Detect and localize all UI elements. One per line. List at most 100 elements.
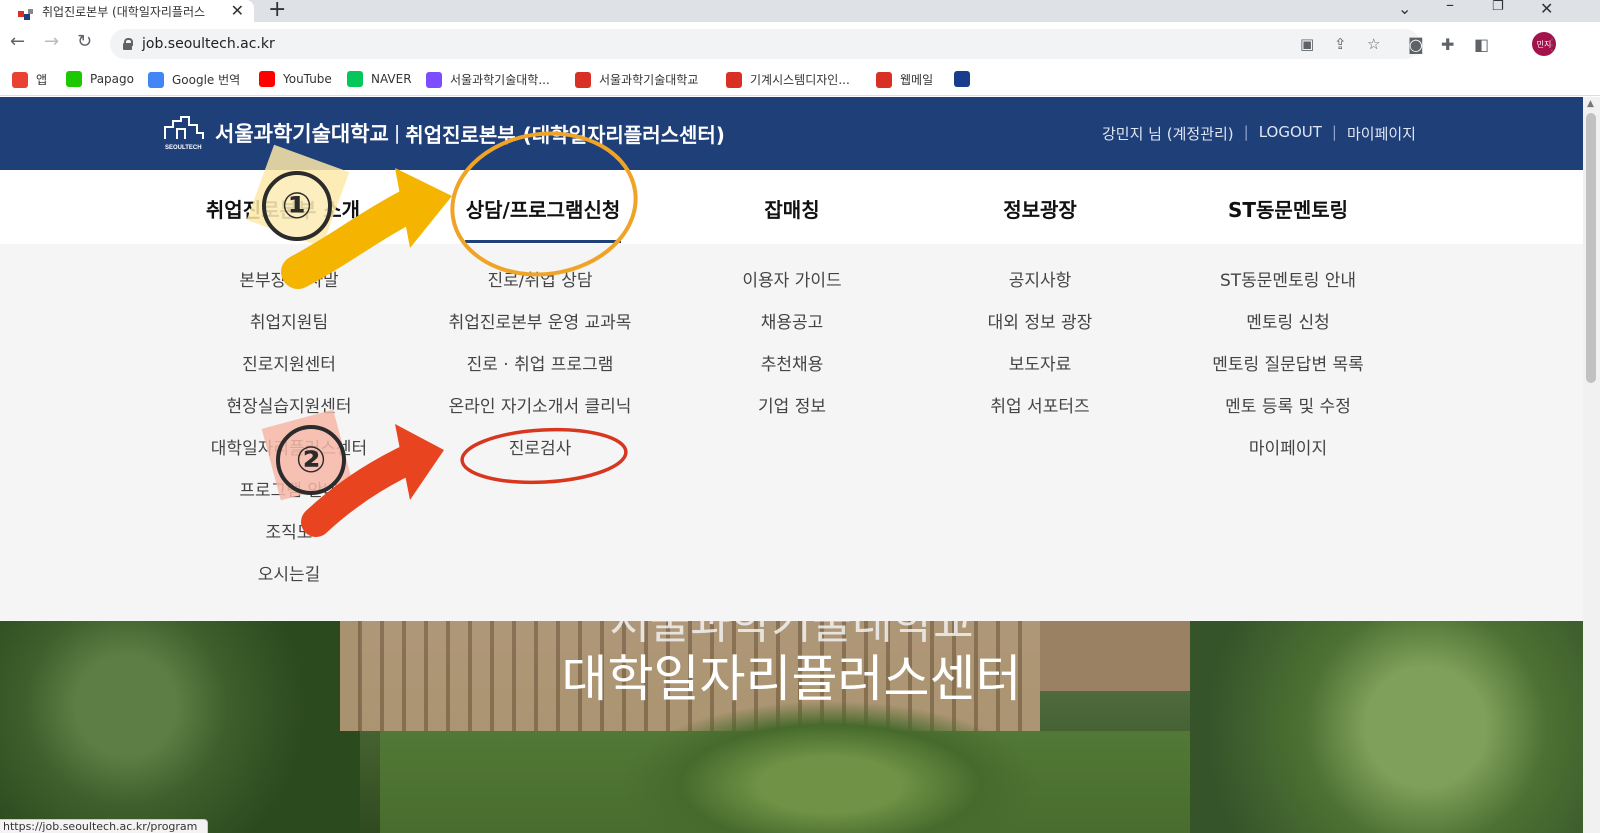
nav-alumni-mentoring[interactable]: ST동문멘토링 xyxy=(1158,194,1418,223)
apps-grid-icon xyxy=(12,71,28,88)
univ-name: 서울과학기술대학교 xyxy=(215,122,389,146)
omnibox[interactable]: job.seoultech.ac.kr ▣ ⇪ ☆ xyxy=(110,29,1420,59)
mega-menu-link[interactable]: 채용공고 xyxy=(662,312,922,354)
scrollbar-thumb[interactable] xyxy=(1586,113,1596,383)
mega-menu-link[interactable]: 이용자 가이드 xyxy=(662,270,922,312)
bookmark-label: 웹메일 xyxy=(900,73,934,87)
mega-menu-link[interactable]: 진로 · 취업 프로그램 xyxy=(410,354,670,396)
mega-menu-link[interactable]: 진로검사 xyxy=(410,438,670,480)
mega-menu-link[interactable]: 조직도 xyxy=(159,522,419,564)
account-link[interactable]: 강민지 님 (계정관리) xyxy=(1102,123,1234,144)
bookmark-item[interactable]: 서울과학기술대학... xyxy=(426,71,550,88)
tab-title: 취업진로본부 (대학일자리플러스 xyxy=(42,4,206,19)
bookmark-star-icon[interactable]: ☆ xyxy=(1367,35,1380,53)
back-arrow-icon[interactable]: ← xyxy=(10,31,25,52)
h-icon xyxy=(954,71,970,87)
google-translate-icon xyxy=(148,71,164,88)
tab-search-chevron-icon[interactable]: ⌄ xyxy=(1398,0,1411,18)
hero-title-line2: 대학일자리플러스센터 xyxy=(561,650,1022,708)
mega-menu-link[interactable]: 공지사항 xyxy=(910,270,1170,312)
step-2-badge: ② xyxy=(276,425,346,495)
youtube-icon xyxy=(259,71,275,87)
bookmark-item[interactable]: 웹메일 xyxy=(876,71,933,88)
user-menu-separator: | xyxy=(1331,123,1337,141)
cast-icon[interactable]: ▣ xyxy=(1300,35,1314,53)
mega-menu-link[interactable]: 멘토링 질문답변 목록 xyxy=(1158,354,1418,396)
mega-menu-link[interactable]: 오시는길 xyxy=(159,564,419,606)
forward-arrow-icon[interactable]: → xyxy=(44,31,59,52)
hero-trees-middle xyxy=(620,701,1040,833)
bookmark-item[interactable]: 기계시스템디자인... xyxy=(726,71,850,88)
bookmark-label: Papago xyxy=(90,72,134,86)
papago-icon xyxy=(66,71,82,87)
mega-menu-link[interactable]: 취업지원팀 xyxy=(159,312,419,354)
bookmark-item[interactable]: 앱 xyxy=(12,71,47,88)
mega-menu-link[interactable]: 진로지원센터 xyxy=(159,354,419,396)
hero-banner: 서울과학기술대학교 대학일자리플러스센터 xyxy=(0,621,1583,833)
mega-menu-link[interactable]: 마이페이지 xyxy=(1158,438,1418,480)
bookmark-label: NAVER xyxy=(371,72,412,86)
mypage-link[interactable]: 마이페이지 xyxy=(1347,123,1416,144)
bookmark-label: 기계시스템디자인... xyxy=(750,73,850,87)
nav-job-matching[interactable]: 잡매칭 xyxy=(662,194,922,223)
mega-menu-link[interactable]: 취업진로본부 운영 교과목 xyxy=(410,312,670,354)
more-menu-icon[interactable]: ⋮ xyxy=(1544,35,1560,54)
bookmark-label: YouTube xyxy=(283,72,332,86)
restore-button[interactable]: ❐ xyxy=(1492,0,1504,14)
seoultech-favicon-icon xyxy=(18,5,34,20)
mega-menu-link[interactable]: 본부장 인사말 xyxy=(159,270,419,312)
url-text[interactable]: job.seoultech.ac.kr xyxy=(142,36,275,52)
user-menu-separator: | xyxy=(1243,123,1249,141)
title-divider: | xyxy=(393,122,401,144)
seoultech-logo-icon: SEOULTECH xyxy=(163,115,207,151)
share-icon[interactable]: ⇪ xyxy=(1334,35,1347,53)
close-window-button[interactable]: ✕ xyxy=(1540,0,1553,18)
bookmark-item[interactable]: 서울과학기술대학교 xyxy=(575,71,698,88)
browser-tab-active[interactable]: 취업진로본부 (대학일자리플러스 ✕ xyxy=(0,0,254,22)
bookmark-item[interactable]: YouTube xyxy=(259,71,332,87)
mega-menu: 본부장 인사말 취업지원팀 진로지원센터 현장실습지원센터 대학일자리플러스센터 프로그램… xyxy=(0,244,1583,621)
mega-menu-link[interactable]: 멘토 등록 및 수정 xyxy=(1158,396,1418,438)
bookmark-item[interactable] xyxy=(954,71,978,87)
site-logo[interactable]: SEOULTECH 서울과학기술대학교 | 취업진로본부 (대학일자리플러스센터… xyxy=(163,115,725,151)
naver-icon xyxy=(347,71,363,87)
mega-menu-link[interactable]: 진로/취업 상담 xyxy=(410,270,670,312)
lock-icon[interactable] xyxy=(122,38,133,50)
reload-icon[interactable]: ↻ xyxy=(77,31,92,52)
user-menu: 강민지 님 (계정관리) | LOGOUT | 마이페이지 xyxy=(1102,123,1416,144)
side-panel-icon[interactable]: ◧ xyxy=(1474,35,1489,54)
camera-icon[interactable]: ◙ xyxy=(1408,35,1424,54)
browser-tab-strip: 취업진로본부 (대학일자리플러스 ✕ + ⌄ – ❐ ✕ xyxy=(0,0,1600,22)
site-header: SEOULTECH 서울과학기술대학교 | 취업진로본부 (대학일자리플러스센터… xyxy=(0,97,1583,170)
scroll-up-arrow-icon[interactable]: ▲ xyxy=(1587,99,1594,109)
mega-menu-link[interactable]: ST동문멘토링 안내 xyxy=(1158,270,1418,312)
mega-col-mentoring: ST동문멘토링 안내 멘토링 신청 멘토링 질문답변 목록 멘토 등록 및 수정 마이페… xyxy=(1158,270,1418,480)
extensions-puzzle-icon[interactable]: ✚ xyxy=(1441,35,1454,54)
nav-active-underline xyxy=(465,240,621,243)
bookmark-item[interactable]: Papago xyxy=(66,71,134,87)
address-toolbar: ← → ↻ job.seoultech.ac.kr ▣ ⇪ ☆ ◙ ✚ ◧ 민지… xyxy=(0,22,1600,64)
nav-counsel-program[interactable]: 상담/프로그램신청 xyxy=(413,194,673,223)
seoultech-logo-icon xyxy=(575,71,591,88)
logo-wordmark: SEOULTECH xyxy=(165,145,202,151)
mega-menu-link[interactable]: 추천채용 xyxy=(662,354,922,396)
nav-info-plaza[interactable]: 정보광장 xyxy=(910,194,1170,223)
new-tab-button[interactable]: + xyxy=(268,0,286,22)
logout-link[interactable]: LOGOUT xyxy=(1259,123,1322,144)
bookmark-item[interactable]: Google 번역 xyxy=(148,71,240,88)
tab-close-icon[interactable]: ✕ xyxy=(231,1,244,20)
mega-menu-link[interactable]: 대외 정보 광장 xyxy=(910,312,1170,354)
seoultech-logo-icon xyxy=(876,71,892,88)
mega-menu-link[interactable]: 멘토링 신청 xyxy=(1158,312,1418,354)
bookmark-item[interactable]: NAVER xyxy=(347,71,412,87)
mega-col-counsel: 진로/취업 상담 취업진로본부 운영 교과목 진로 · 취업 프로그램 온라인 자기소… xyxy=(410,270,670,480)
step-1-badge: ① xyxy=(262,171,332,241)
page-scrollbar[interactable]: ▲ xyxy=(1583,97,1600,833)
mega-menu-link[interactable]: 보도자료 xyxy=(910,354,1170,396)
mega-menu-link[interactable]: 온라인 자기소개서 클리닉 xyxy=(410,396,670,438)
seoultech-logo-icon xyxy=(726,71,742,88)
minimize-button[interactable]: – xyxy=(1446,0,1454,14)
mega-menu-link[interactable]: 기업 정보 xyxy=(662,396,922,438)
mega-menu-link[interactable]: 취업 서포터즈 xyxy=(910,396,1170,438)
link-status-bar: https://job.seoultech.ac.kr/program xyxy=(0,819,208,833)
